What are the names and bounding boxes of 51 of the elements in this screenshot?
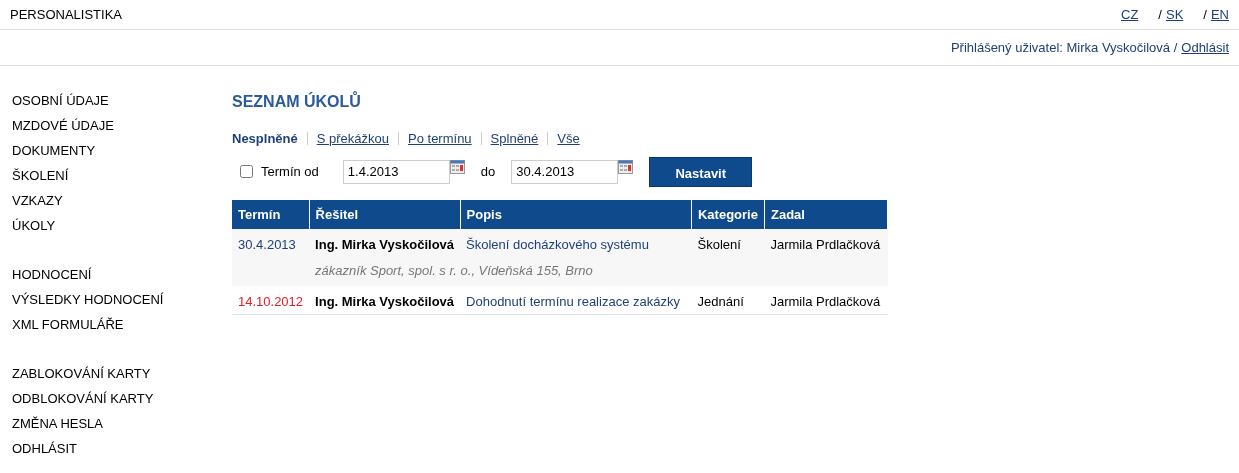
- column-header[interactable]: Popis: [460, 199, 692, 230]
- column-header[interactable]: Kategorie: [691, 199, 765, 230]
- sidebar-item[interactable]: ODHLÁSIT: [12, 436, 232, 461]
- date-field[interactable]: 1.4.2013: [342, 159, 450, 184]
- language-link[interactable]: CZ: [1121, 4, 1139, 25]
- logout-link[interactable]: Odhlásit: [1181, 37, 1229, 58]
- language-link[interactable]: EN: [1210, 4, 1229, 25]
- sidebar-item[interactable]: XML FORMULÁŘE: [12, 312, 232, 337]
- sidebar-item[interactable]: ÚKOLY: [12, 213, 232, 238]
- page-title: SEZNAM ÚKOLŮ: [232, 92, 362, 112]
- sidebar-item[interactable]: VÝSLEDKY HODNOCENÍ: [12, 287, 232, 312]
- table-cell: Ing. Mirka Vyskočilová: [309, 229, 461, 257]
- column-header[interactable]: Termín: [232, 199, 310, 230]
- filter-tab[interactable]: Po termínu: [408, 129, 472, 149]
- filter-tab[interactable]: Nesplněné: [232, 129, 298, 149]
- sidebar-item[interactable]: ODBLOKOVÁNÍ KARTY: [12, 386, 232, 411]
- table-cell: Ing. Mirka Vyskočilová: [309, 286, 461, 315]
- sidebar-item[interactable]: ZABLOKOVÁNÍ KARTY: [12, 361, 232, 386]
- language-link[interactable]: SK: [1165, 4, 1184, 25]
- column-header[interactable]: Řešitel: [309, 199, 461, 230]
- separator-text: /: [1158, 5, 1162, 24]
- table-cell: Jarmila Prdlačková: [764, 286, 888, 315]
- sidebar-item[interactable]: ŠKOLENÍ: [12, 163, 232, 188]
- date-field[interactable]: 30.4.2013: [511, 159, 619, 184]
- sidebar-item[interactable]: OSOBNÍ ÚDAJE: [12, 88, 232, 113]
- calendar-icon[interactable]: [449, 159, 465, 174]
- brand-title: PERSONALISTIKA: [10, 5, 122, 24]
- table-cell: Jednání: [691, 286, 765, 315]
- date-cell: 14.10.2012: [232, 286, 310, 315]
- note-text: zákazník Sport, spol. s r. o., Vídeňská 155, Brno: [309, 256, 888, 287]
- date-cell: 30.4.2013: [232, 229, 310, 257]
- sidebar-item[interactable]: DOKUMENTY: [12, 138, 232, 163]
- filter-tab[interactable]: S překážkou: [316, 129, 389, 149]
- filter-tab[interactable]: Vše: [557, 129, 580, 149]
- column-header[interactable]: Zadal: [764, 199, 888, 230]
- table-cell: Dohodnutí termínu realizace zakázky: [460, 286, 692, 315]
- sidebar-item[interactable]: ZMĚNA HESLA: [12, 411, 232, 436]
- sidebar-item[interactable]: VZKAZY: [12, 188, 232, 213]
- set-button[interactable]: Nastavit: [649, 156, 753, 187]
- table-cell: Jarmila Prdlačková: [764, 229, 888, 257]
- sidebar-item[interactable]: MZDOVÉ ÚDAJE: [12, 113, 232, 138]
- field-label: Termín od: [261, 162, 319, 181]
- field-label: do: [480, 162, 496, 181]
- table-cell: Školení: [691, 229, 765, 257]
- calendar-icon[interactable]: [618, 159, 634, 174]
- checkbox[interactable]: [240, 165, 253, 179]
- sidebar-item[interactable]: HODNOCENÍ: [12, 262, 232, 287]
- user-info-text: Přihlášený uživatel: Mirka Vyskočilová /: [950, 38, 1178, 57]
- filter-tab[interactable]: Splněné: [490, 129, 539, 149]
- table-cell: Školení docházkového systému: [460, 229, 692, 257]
- separator-text: /: [1203, 5, 1207, 24]
